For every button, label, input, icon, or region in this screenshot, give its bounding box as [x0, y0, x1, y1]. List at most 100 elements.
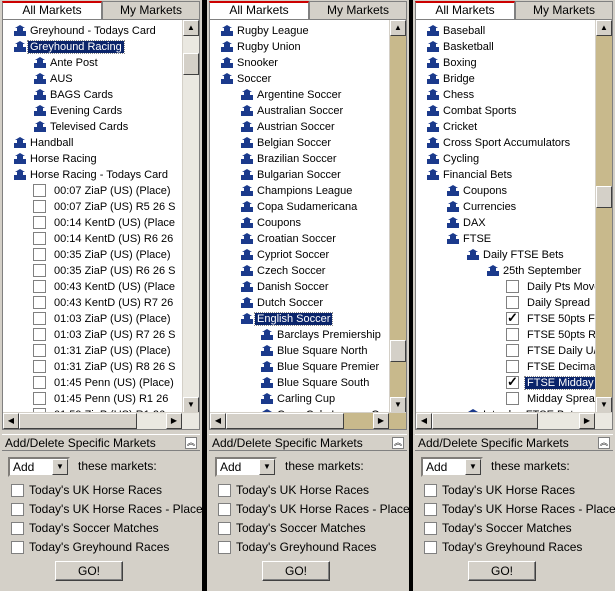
- tree-node[interactable]: Boxing: [425, 55, 479, 71]
- checkbox[interactable]: [11, 541, 24, 554]
- checkbox[interactable]: [506, 360, 519, 373]
- expand-arrow-icon[interactable]: [425, 167, 441, 183]
- checkbox[interactable]: [33, 232, 46, 245]
- tree-node[interactable]: Greyhound Racing: [12, 39, 125, 55]
- expand-arrow-icon[interactable]: [425, 39, 441, 55]
- tab-all-markets[interactable]: All Markets: [2, 1, 102, 19]
- expand-arrow-icon[interactable]: [219, 55, 235, 71]
- tree-node[interactable]: Carling Cup: [259, 391, 337, 407]
- option-greyhound-races[interactable]: Today's Greyhound Races: [217, 540, 376, 556]
- option-uk-horse-races[interactable]: Today's UK Horse Races: [423, 483, 575, 499]
- expand-arrow-icon[interactable]: [259, 359, 275, 375]
- tree-node[interactable]: Bulgarian Soccer: [239, 167, 343, 183]
- market-item[interactable]: 01:45 Penn (US) R1 26: [32, 391, 170, 407]
- option-greyhound-races[interactable]: Today's Greyhound Races: [423, 540, 582, 556]
- expand-arrow-icon[interactable]: [239, 135, 255, 151]
- checkbox[interactable]: [33, 312, 46, 325]
- market-item[interactable]: 00:43 KentD (US) R7 26: [32, 295, 175, 311]
- horizontal-scrollbar[interactable]: ◀ ▶: [416, 412, 612, 429]
- checkbox[interactable]: [33, 296, 46, 309]
- go-button[interactable]: GO!: [55, 561, 123, 581]
- hscroll-thumb[interactable]: [19, 413, 137, 429]
- tree-node[interactable]: Barclays Premiership: [259, 327, 383, 343]
- scroll-left-button[interactable]: ◀: [210, 413, 226, 429]
- expand-arrow-icon[interactable]: [425, 23, 441, 39]
- checkbox[interactable]: [218, 541, 231, 554]
- horizontal-scrollbar[interactable]: ◀ ▶: [3, 412, 199, 429]
- expand-arrow-icon[interactable]: [12, 23, 28, 39]
- tree-node[interactable]: Handball: [12, 135, 75, 151]
- expand-arrow-icon[interactable]: [12, 135, 28, 151]
- checkbox[interactable]: [33, 376, 46, 389]
- checkbox-checked[interactable]: [506, 374, 519, 390]
- expand-arrow-icon[interactable]: [239, 311, 255, 327]
- market-item[interactable]: Daily Pts Move: [505, 279, 596, 295]
- tree-node[interactable]: Argentine Soccer: [239, 87, 343, 103]
- market-item[interactable]: FTSE 50pts Fa: [505, 310, 596, 327]
- option-soccer-matches[interactable]: Today's Soccer Matches: [217, 521, 366, 537]
- checkbox[interactable]: [218, 503, 231, 516]
- market-item[interactable]: Daily Spread: [505, 295, 592, 311]
- checkbox[interactable]: [33, 184, 46, 197]
- tree-node[interactable]: Czech Soccer: [239, 263, 327, 279]
- collapse-icon[interactable]: ︽: [185, 437, 197, 449]
- option-uk-horse-races-place[interactable]: Today's UK Horse Races - Place: [10, 502, 202, 518]
- tab-my-markets[interactable]: My Markets: [515, 1, 613, 19]
- tree-node[interactable]: Blue Square South: [259, 375, 371, 391]
- expand-arrow-icon[interactable]: [239, 151, 255, 167]
- market-item[interactable]: FTSE Daily U/: [505, 343, 596, 359]
- checkbox[interactable]: [506, 392, 519, 405]
- market-item[interactable]: FTSE Midday U: [505, 374, 596, 391]
- checkbox[interactable]: [506, 328, 519, 341]
- tree-node[interactable]: Baseball: [425, 23, 487, 39]
- expand-arrow-icon[interactable]: [12, 39, 28, 55]
- market-item[interactable]: FTSE 50pts Ri: [505, 327, 596, 343]
- expand-arrow-icon[interactable]: [445, 215, 461, 231]
- scroll-down-button[interactable]: ▼: [390, 397, 406, 413]
- scroll-left-button[interactable]: ◀: [416, 413, 432, 429]
- add-delete-select[interactable]: Add ▼: [421, 457, 483, 477]
- tree-node[interactable]: Chess: [425, 87, 476, 103]
- market-item[interactable]: 00:07 ZiaP (US) R5 26 S: [32, 199, 177, 215]
- tree-node[interactable]: Basketball: [425, 39, 496, 55]
- tree-node[interactable]: Danish Soccer: [239, 279, 331, 295]
- tree-node[interactable]: Blue Square North: [259, 343, 370, 359]
- checkbox[interactable]: [424, 484, 437, 497]
- checkbox[interactable]: [33, 248, 46, 261]
- tree-node[interactable]: Rugby Union: [219, 39, 303, 55]
- expand-arrow-icon[interactable]: [259, 375, 275, 391]
- checkbox[interactable]: [11, 484, 24, 497]
- add-delete-select[interactable]: Add ▼: [215, 457, 277, 477]
- tree-node[interactable]: Brazilian Soccer: [239, 151, 338, 167]
- tab-all-markets[interactable]: All Markets: [415, 1, 515, 19]
- hscroll-thumb[interactable]: [226, 413, 344, 429]
- expand-arrow-icon[interactable]: [32, 55, 48, 71]
- tree-node[interactable]: BAGS Cards: [32, 87, 115, 103]
- checkbox[interactable]: [33, 264, 46, 277]
- checkbox[interactable]: [506, 296, 519, 309]
- expand-arrow-icon[interactable]: [32, 103, 48, 119]
- scroll-right-button[interactable]: ▶: [373, 413, 389, 429]
- checkbox[interactable]: [424, 503, 437, 516]
- tree-node[interactable]: Horse Racing: [12, 151, 99, 167]
- tree-node[interactable]: Ante Post: [32, 55, 100, 71]
- expand-arrow-icon[interactable]: [239, 167, 255, 183]
- market-item[interactable]: 00:43 KentD (US) (Place: [32, 279, 177, 295]
- tree-node[interactable]: Snooker: [219, 55, 280, 71]
- tree-node[interactable]: Televised Cards: [32, 119, 130, 135]
- expand-arrow-icon[interactable]: [32, 119, 48, 135]
- checkbox-checked[interactable]: [506, 310, 519, 326]
- tree-node[interactable]: Soccer: [219, 71, 273, 87]
- tree-node[interactable]: Coupons: [239, 215, 303, 231]
- checkbox[interactable]: [218, 484, 231, 497]
- tree-node[interactable]: Currencies: [445, 199, 518, 215]
- option-soccer-matches[interactable]: Today's Soccer Matches: [423, 521, 572, 537]
- checkbox[interactable]: [506, 344, 519, 357]
- market-item[interactable]: 00:35 ZiaP (US) R6 26 S: [32, 263, 177, 279]
- expand-arrow-icon[interactable]: [425, 151, 441, 167]
- market-item[interactable]: 00:14 KentD (US) R6 26: [32, 231, 175, 247]
- expand-arrow-icon[interactable]: [259, 343, 275, 359]
- scroll-right-button[interactable]: ▶: [579, 413, 595, 429]
- expand-arrow-icon[interactable]: [239, 295, 255, 311]
- expand-arrow-icon[interactable]: [425, 71, 441, 87]
